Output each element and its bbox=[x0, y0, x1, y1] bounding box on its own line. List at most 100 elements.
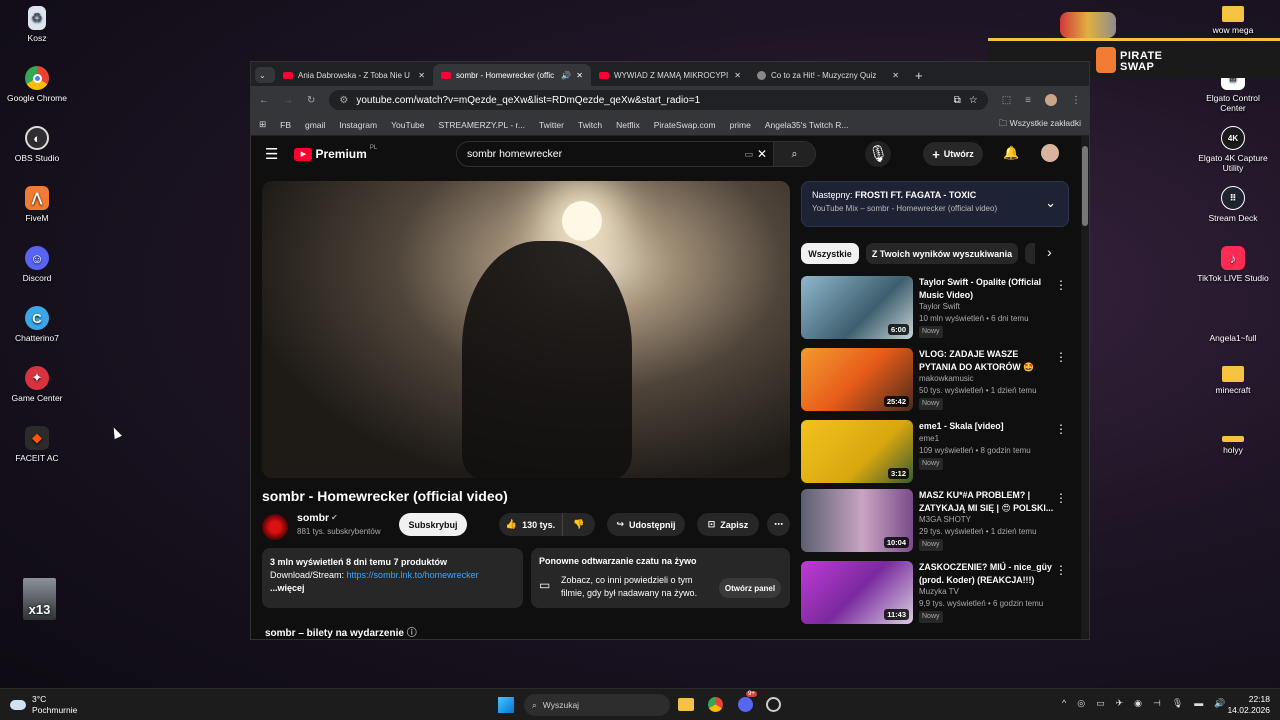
desktop-icon-stream-deck[interactable]: ⠿ Stream Deck bbox=[1196, 186, 1270, 223]
all-bookmarks[interactable]: 🗀 Wszystkie zakładki bbox=[999, 118, 1081, 132]
subscribe-button[interactable]: Subskrybuj bbox=[399, 513, 467, 536]
related-video[interactable]: 6:00 Taylor Swift - Opalite (Official Mu… bbox=[801, 276, 1071, 342]
more-vertical-icon[interactable]: ⋮ bbox=[1055, 278, 1067, 292]
browser-tab[interactable]: WYWIAD Z MAMĄ MIKROCYPI ✕ bbox=[591, 64, 749, 86]
cast-icon[interactable]: ⧉ bbox=[954, 95, 961, 106]
show-more-button[interactable]: ...więcej bbox=[270, 582, 515, 595]
related-video[interactable]: 10:04 MASZ KU*#A PROBLEM? | ZATYKAJĄ MI … bbox=[801, 489, 1071, 555]
more-vertical-icon[interactable]: ⋮ bbox=[1055, 491, 1067, 505]
desktop-icon-discord[interactable]: ☺ Discord bbox=[0, 246, 74, 283]
extensions-icon[interactable]: ⬚ bbox=[1002, 95, 1011, 106]
share-button[interactable]: ↪ Udostępnij bbox=[607, 513, 685, 536]
desktop-icon-fivem[interactable]: ⋀ FiveM bbox=[0, 186, 74, 223]
desktop-icon-chatterino[interactable]: C Chatterino7 bbox=[0, 306, 74, 343]
chevron-down-icon[interactable]: ⌄ bbox=[1045, 195, 1056, 211]
new-tab-button[interactable]: + bbox=[907, 64, 931, 86]
open-panel-button[interactable]: Otwórz panel bbox=[719, 578, 781, 598]
browser-tab-active[interactable]: sombr - Homewrecker (offic 🔊 ✕ bbox=[433, 64, 591, 86]
desktop-icon-elgato-4k[interactable]: 4K Elgato 4K Capture Utility bbox=[1196, 126, 1270, 173]
steam-taskbar-icon[interactable] bbox=[766, 697, 781, 712]
related-video[interactable]: 25:42 VLOG: ZADAJE WASZE PYTANIA DO AKTO… bbox=[801, 348, 1071, 414]
search-input[interactable]: sombr homewrecker ▭ ✕ ⌕ bbox=[456, 141, 816, 167]
desktop-icon-wow-mega[interactable]: wow mega bbox=[1196, 6, 1270, 35]
desktop-icon-game-center[interactable]: ✦ Game Center bbox=[0, 366, 74, 403]
bookmark-angela-twitch[interactable]: Angela35's Twitch R... bbox=[765, 120, 849, 130]
bookmark-pirateswap[interactable]: PirateSwap.com bbox=[654, 120, 716, 130]
youtube-logo[interactable]: ▶ Premium PL bbox=[294, 145, 377, 161]
desktop-icon-angela[interactable]: Angela1~full bbox=[1196, 306, 1270, 343]
x13-sticker[interactable]: x13 bbox=[23, 578, 56, 620]
microphone-icon[interactable]: 🎙 bbox=[1172, 698, 1183, 709]
desktop-icon-faceit[interactable]: ◆ FACEIT AC bbox=[0, 426, 74, 463]
channel-name[interactable]: sombr bbox=[297, 512, 329, 524]
weather-widget[interactable]: 3°C Pochmurnie bbox=[10, 694, 77, 716]
bookmark-prime[interactable]: prime bbox=[730, 120, 751, 130]
forward-icon[interactable]: → bbox=[283, 95, 293, 106]
bookmark-youtube[interactable]: YouTube bbox=[391, 120, 424, 130]
account-avatar[interactable] bbox=[1041, 144, 1059, 162]
chips-next-icon[interactable]: › bbox=[1047, 244, 1052, 260]
profile-avatar-icon[interactable] bbox=[1045, 94, 1057, 106]
tray-app-icon[interactable]: ✈ bbox=[1116, 698, 1124, 709]
volume-icon[interactable]: 🔊 bbox=[1214, 698, 1225, 709]
dislike-button[interactable]: 👎 bbox=[563, 513, 595, 536]
browser-tab[interactable]: Co to za Hit! - Muzyczny Quiz ✕ bbox=[749, 64, 907, 86]
close-tab-icon[interactable]: ✕ bbox=[576, 71, 583, 80]
file-explorer-icon[interactable] bbox=[678, 698, 694, 711]
bookmark-instagram[interactable]: Instagram bbox=[339, 120, 377, 130]
scrollbar-thumb[interactable] bbox=[1082, 146, 1088, 226]
tray-app-icon[interactable]: ▭ bbox=[1096, 698, 1105, 709]
media-control-icon[interactable]: ≡ bbox=[1025, 95, 1031, 106]
chip-all[interactable]: Wszystkie bbox=[801, 243, 859, 264]
tab-list-button[interactable]: ⌄ bbox=[255, 67, 275, 83]
more-vertical-icon[interactable]: ⋮ bbox=[1055, 563, 1067, 577]
clear-search-icon[interactable]: ✕ bbox=[757, 147, 767, 161]
save-button[interactable]: ⊡ Zapisz bbox=[697, 513, 759, 536]
close-tab-icon[interactable]: ✕ bbox=[734, 71, 741, 80]
apps-grid-icon[interactable]: ⊞ bbox=[259, 119, 266, 130]
clock[interactable]: 22:18 14.02.2026 bbox=[1226, 694, 1270, 716]
tray-overflow-icon[interactable]: ^ bbox=[1062, 698, 1066, 709]
bookmark-fb[interactable]: FB bbox=[280, 120, 291, 130]
channel-avatar[interactable] bbox=[262, 514, 288, 540]
taskbar-search[interactable]: ⌕ Wyszukaj bbox=[524, 694, 670, 716]
chip-from-search[interactable]: Z Twoich wyników wyszukiwania bbox=[866, 243, 1018, 264]
reload-icon[interactable]: ↻ bbox=[307, 95, 315, 106]
close-tab-icon[interactable]: ✕ bbox=[418, 71, 425, 80]
search-button[interactable]: ⌕ bbox=[773, 142, 815, 166]
like-button[interactable]: 👍 130 tys. bbox=[499, 513, 563, 536]
bookmark-twitch[interactable]: Twitch bbox=[578, 120, 602, 130]
bookmark-twitter[interactable]: Twitter bbox=[539, 120, 564, 130]
browser-tab[interactable]: Ania Dabrowska - Z Toba Nie U ✕ bbox=[275, 64, 433, 86]
tray-app-icon[interactable]: ◎ bbox=[1077, 698, 1085, 709]
bookmark-netflix[interactable]: Netflix bbox=[616, 120, 640, 130]
info-icon[interactable]: ⓘ bbox=[407, 628, 417, 639]
chip-partial[interactable] bbox=[1025, 243, 1035, 264]
desktop-icon-tiktok[interactable]: ♪ TikTok LIVE Studio bbox=[1196, 246, 1270, 283]
discord-taskbar-icon[interactable] bbox=[738, 697, 753, 712]
more-actions-button[interactable]: ⋯ bbox=[767, 513, 790, 536]
audio-playing-icon[interactable]: 🔊 bbox=[561, 71, 571, 80]
keyboard-icon[interactable]: ▭ bbox=[744, 149, 753, 160]
browser-menu-icon[interactable]: ⋮ bbox=[1071, 95, 1081, 106]
chrome-taskbar-icon[interactable] bbox=[708, 697, 723, 712]
voice-search-button[interactable]: 🎙 bbox=[865, 141, 891, 167]
create-button[interactable]: + Utwórz bbox=[923, 142, 983, 166]
description-link[interactable]: https://sombr.lnk.to/homewrecker bbox=[347, 570, 479, 580]
notifications-bell-icon[interactable]: 🔔 bbox=[1003, 145, 1019, 161]
start-button-icon[interactable] bbox=[498, 697, 514, 713]
desktop-icon-chrome[interactable]: Google Chrome bbox=[0, 66, 74, 103]
menu-hamburger-icon[interactable]: ☰ bbox=[265, 145, 278, 163]
related-video[interactable]: 11:43 ZASKOCZENIE? MIÚ - nice_güy (prod.… bbox=[801, 561, 1071, 627]
desktop-icon-obs[interactable]: ◐ OBS Studio bbox=[0, 126, 74, 163]
desktop-icon-holyy[interactable]: holyy bbox=[1196, 426, 1270, 455]
up-next-box[interactable]: Następny: FROSTI FT. FAGATA - TOXIC YouT… bbox=[801, 181, 1069, 227]
bookmark-streamerzy[interactable]: STREAMERZY.PL - r... bbox=[439, 120, 525, 130]
bookmark-star-icon[interactable]: ☆ bbox=[969, 95, 978, 106]
site-info-icon[interactable]: ⚙ bbox=[339, 95, 348, 106]
desktop-icon-kosz[interactable]: ♻ Kosz bbox=[0, 6, 74, 43]
related-video[interactable]: 3:12 eme1 - Skala [video] eme1 109 wyświet… bbox=[801, 420, 1071, 486]
description-box[interactable]: 3 mln wyświetleń 8 dni temu 7 produktów … bbox=[262, 548, 523, 608]
close-tab-icon[interactable]: ✕ bbox=[892, 71, 899, 80]
more-vertical-icon[interactable]: ⋮ bbox=[1055, 350, 1067, 364]
